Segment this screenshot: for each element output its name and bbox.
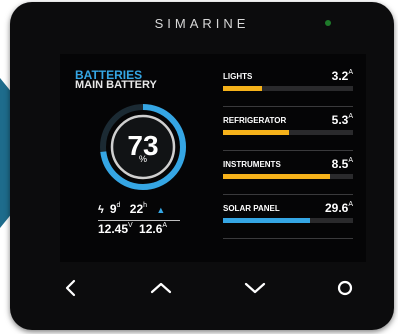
load-label: REFRIGERATOR bbox=[223, 116, 287, 125]
load-amount: 3.2 bbox=[331, 69, 349, 83]
load-bar-fill bbox=[223, 174, 330, 179]
load-divider bbox=[223, 238, 353, 239]
triangle-up-icon: ▲ bbox=[156, 205, 166, 215]
stats-divider bbox=[98, 220, 180, 221]
load-label: SOLAR PANEL bbox=[223, 204, 280, 213]
load-value: 8.5A bbox=[332, 157, 353, 171]
status-led bbox=[325, 20, 331, 26]
chevron-left-icon bbox=[65, 279, 76, 297]
load-bar bbox=[223, 130, 353, 135]
load-unit: A bbox=[348, 113, 353, 120]
load-value: 5.3A bbox=[332, 113, 353, 127]
load-amount: 5.3 bbox=[331, 113, 349, 127]
load-unit: A bbox=[348, 157, 353, 164]
load-value: 29.6A bbox=[325, 201, 353, 215]
load-amount: 8.5 bbox=[331, 157, 349, 171]
chevron-down-icon bbox=[244, 282, 266, 294]
down-button[interactable] bbox=[240, 276, 270, 300]
time-remaining: ϟ 9d 22h ▲ bbox=[98, 202, 165, 216]
hours-unit: h bbox=[143, 202, 148, 209]
load-item-lights: LIGHTS 3.2A bbox=[223, 69, 353, 112]
load-value: 3.2A bbox=[332, 69, 353, 83]
back-button[interactable] bbox=[56, 276, 86, 300]
current-value: 12.6 bbox=[139, 222, 163, 236]
current-unit: A bbox=[162, 222, 168, 229]
screen: BATTERIES MAIN BATTERY 73 % ϟ 9d 22h ▲ 12… bbox=[60, 54, 366, 262]
voltage-value: 12.45 bbox=[98, 222, 129, 236]
load-bar-fill bbox=[223, 86, 262, 91]
hours-value: 22 bbox=[129, 202, 144, 216]
select-button[interactable] bbox=[330, 276, 360, 300]
load-item-refrigerator: REFRIGERATOR 5.3A bbox=[223, 113, 353, 156]
load-bar bbox=[223, 218, 353, 223]
charging-bolt-icon: ϟ bbox=[98, 204, 104, 216]
load-divider bbox=[223, 194, 353, 195]
voltage-current: 12.45V 12.6A bbox=[98, 222, 167, 236]
load-item-solar-panel: SOLAR PANEL 29.6A bbox=[223, 201, 353, 244]
load-divider bbox=[223, 150, 353, 151]
circle-icon bbox=[337, 280, 353, 296]
load-bar bbox=[223, 86, 353, 91]
load-bar-fill bbox=[223, 218, 311, 223]
load-label: INSTRUMENTS bbox=[223, 160, 281, 169]
load-divider bbox=[223, 106, 353, 107]
load-unit: A bbox=[348, 201, 353, 208]
chevron-up-icon bbox=[150, 282, 172, 294]
battery-percent-unit: % bbox=[138, 154, 147, 164]
load-bar bbox=[223, 174, 353, 179]
load-label: LIGHTS bbox=[223, 72, 253, 81]
display-panel: SIMARINE BATTERIES MAIN BATTERY 73 % ϟ 9d… bbox=[10, 2, 394, 330]
load-amount: 29.6 bbox=[324, 201, 349, 215]
brand-logo: SIMARINE bbox=[154, 16, 250, 31]
load-bar-fill bbox=[223, 130, 290, 135]
days-value: 9 bbox=[109, 202, 117, 216]
up-button[interactable] bbox=[146, 276, 176, 300]
voltage-unit: V bbox=[128, 222, 133, 229]
battery-name: MAIN BATTERY bbox=[75, 79, 157, 91]
load-unit: A bbox=[348, 69, 353, 76]
days-unit: d bbox=[116, 202, 121, 209]
load-item-instruments: INSTRUMENTS 8.5A bbox=[223, 157, 353, 200]
